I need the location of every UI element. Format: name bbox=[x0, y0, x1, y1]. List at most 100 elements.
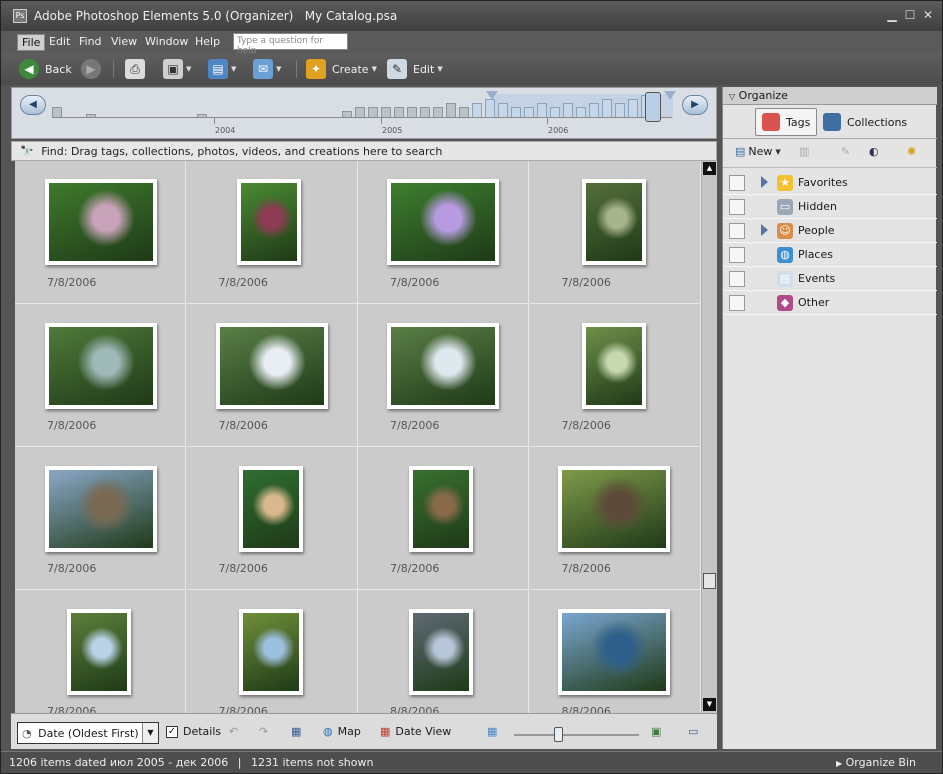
timeline-histogram-bar[interactable] bbox=[537, 103, 547, 117]
photo-cell[interactable]: 7/8/2006 bbox=[15, 161, 186, 304]
timeline-histogram-bar[interactable] bbox=[381, 107, 391, 117]
tab-collections[interactable]: Collections bbox=[817, 108, 913, 136]
timeline-histogram-bar[interactable] bbox=[524, 107, 534, 117]
timeline-start-marker[interactable] bbox=[486, 91, 498, 100]
expand-triangle-icon[interactable] bbox=[761, 224, 768, 236]
tag-category-checkbox[interactable] bbox=[729, 199, 745, 215]
timeline-histogram-bar[interactable] bbox=[433, 107, 443, 117]
tag-category-hidden[interactable]: ▭ Hidden bbox=[723, 195, 937, 219]
tag-category-checkbox[interactable] bbox=[729, 271, 745, 287]
tag-category-checkbox[interactable] bbox=[729, 247, 745, 263]
tag-category-people[interactable]: ☺ People bbox=[723, 219, 937, 243]
share-button[interactable]: ✉ ▼ bbox=[253, 58, 281, 80]
timeline-histogram-bar[interactable] bbox=[86, 114, 96, 117]
back-button[interactable]: ◀ Back bbox=[19, 58, 72, 80]
forward-button[interactable]: ▶ bbox=[81, 58, 101, 80]
photo-cell[interactable]: 7/8/2006 bbox=[358, 304, 529, 447]
photo-download-button[interactable]: ▣ ▼ bbox=[163, 58, 191, 80]
timeline-histogram-bar[interactable] bbox=[589, 103, 599, 117]
timeline-histogram-bar[interactable] bbox=[197, 114, 207, 117]
timeline-histogram-bar[interactable] bbox=[472, 103, 482, 117]
new-tag-button[interactable]: ▤ New ▼ bbox=[735, 145, 781, 158]
photo-cell[interactable]: 7/8/2006 bbox=[15, 590, 186, 713]
timeline-histogram-bar[interactable] bbox=[459, 107, 469, 117]
timeline[interactable]: ◀ ▶ 2004 2005 2006 bbox=[11, 87, 717, 139]
help-search-input[interactable]: Type a question for help bbox=[233, 33, 348, 56]
photo-thumbnail-river-boat[interactable] bbox=[558, 609, 670, 695]
order-prints-button[interactable]: ▤ ▼ bbox=[208, 58, 236, 80]
photo-thumbnail-woman-portrait[interactable] bbox=[239, 466, 303, 552]
photo-cell[interactable]: 7/8/2006 bbox=[529, 447, 701, 590]
photo-thumbnail-purple-flower[interactable] bbox=[387, 179, 499, 265]
photo-cell[interactable]: 8/8/2006 bbox=[358, 590, 529, 713]
photo-thumbnail-forest-stream[interactable] bbox=[582, 179, 646, 265]
tag-category-checkbox[interactable] bbox=[729, 175, 745, 191]
photo-thumbnail-couple-big-tree[interactable] bbox=[558, 466, 670, 552]
scroll-down-arrow-icon[interactable]: ▼ bbox=[703, 698, 716, 711]
timeline-histogram-bar[interactable] bbox=[615, 103, 625, 117]
rotate-left-button[interactable]: ↶ bbox=[229, 725, 238, 738]
organize-panel-header[interactable]: ▽ Organize bbox=[723, 87, 937, 105]
delete-tag-button[interactable]: ▥ bbox=[799, 145, 809, 158]
photo-cell[interactable]: 7/8/2006 bbox=[187, 590, 358, 713]
large-thumbnails-button[interactable]: ▣ bbox=[651, 725, 661, 738]
photo-cell[interactable]: 7/8/2006 bbox=[15, 447, 186, 590]
timeline-scroll-left-button[interactable]: ◀ bbox=[20, 95, 46, 115]
timeline-histogram-bar[interactable] bbox=[394, 107, 404, 117]
timeline-track[interactable] bbox=[52, 94, 672, 118]
menu-file[interactable]: File bbox=[17, 34, 46, 51]
photo-thumbnail-gazebo-people[interactable] bbox=[216, 323, 328, 409]
photo-cell[interactable]: 7/8/2006 bbox=[529, 161, 701, 304]
photo-thumbnail-plant-buds[interactable] bbox=[237, 179, 301, 265]
tab-tags[interactable]: Tags bbox=[755, 108, 818, 136]
organize-bin-toggle[interactable]: ▶ Organize Bin bbox=[836, 756, 916, 769]
minimize-button[interactable]: ▁ bbox=[885, 8, 899, 22]
find-faces-button[interactable]: ◐ bbox=[869, 145, 879, 158]
timeline-histogram-bar[interactable] bbox=[355, 107, 365, 117]
timeline-histogram-bar[interactable] bbox=[485, 99, 495, 117]
maximize-button[interactable]: ☐ bbox=[903, 8, 917, 22]
scroll-up-arrow-icon[interactable]: ▲ bbox=[703, 162, 716, 175]
small-thumbnails-button[interactable]: ▦ bbox=[487, 725, 497, 738]
thumbnail-size-slider-knob[interactable] bbox=[554, 727, 563, 742]
photo-thumbnail-ruins-palace[interactable] bbox=[45, 466, 157, 552]
scrollbar-thumb[interactable] bbox=[703, 573, 716, 589]
tag-category-favorites[interactable]: ★ Favorites bbox=[723, 171, 937, 195]
photo-thumbnail-trees-path[interactable] bbox=[582, 323, 646, 409]
timeline-histogram-bar[interactable] bbox=[498, 103, 508, 117]
tag-category-checkbox[interactable] bbox=[729, 295, 745, 311]
date-view-button[interactable]: ▦ Date View bbox=[380, 725, 451, 738]
full-screen-button[interactable]: ▭ bbox=[688, 725, 698, 738]
create-button[interactable]: ✦ Create ▼ bbox=[306, 58, 377, 80]
photo-thumbnail-tree-park[interactable] bbox=[239, 609, 303, 695]
photo-thumbnail-pond-garden[interactable] bbox=[45, 323, 157, 409]
timeline-histogram-bar[interactable] bbox=[420, 107, 430, 117]
photo-cell[interactable]: 7/8/2006 bbox=[358, 447, 529, 590]
stack-button[interactable]: ▦ bbox=[291, 725, 301, 738]
expand-triangle-icon[interactable] bbox=[761, 176, 768, 188]
menu-edit[interactable]: Edit bbox=[45, 34, 74, 49]
rotate-right-button[interactable]: ↷ bbox=[259, 725, 268, 738]
photo-cell[interactable]: 7/8/2006 bbox=[358, 161, 529, 304]
menu-help[interactable]: Help bbox=[191, 34, 224, 49]
timeline-histogram-bar[interactable] bbox=[628, 99, 638, 117]
close-button[interactable]: ✕ bbox=[921, 8, 935, 22]
map-button[interactable]: ◍ Map bbox=[323, 725, 361, 738]
photo-cell[interactable]: 7/8/2006 bbox=[186, 447, 358, 590]
photo-thumbnail-raspberry-flower[interactable] bbox=[45, 179, 157, 265]
timeline-current-marker[interactable] bbox=[645, 92, 661, 122]
menu-view[interactable]: View bbox=[107, 34, 141, 49]
photo-thumbnail-stone-stairs[interactable] bbox=[409, 466, 473, 552]
thumbnail-size-slider[interactable] bbox=[514, 727, 639, 742]
details-checkbox[interactable]: ✓ bbox=[166, 725, 178, 738]
tag-category-other[interactable]: ◆ Other bbox=[723, 291, 937, 315]
photo-cell[interactable]: 7/8/2006 bbox=[186, 304, 358, 447]
photo-thumbnail-gazebo[interactable] bbox=[387, 323, 499, 409]
photo-cell[interactable]: 8/8/2006 bbox=[530, 590, 701, 713]
edit-button[interactable]: ✎ Edit ▼ bbox=[387, 58, 443, 80]
timeline-histogram-bar[interactable] bbox=[446, 103, 456, 117]
timeline-scroll-right-button[interactable]: ▶ bbox=[682, 95, 708, 115]
photo-cell[interactable]: 7/8/2006 bbox=[186, 161, 358, 304]
photo-thumbnail-oak-tree[interactable] bbox=[67, 609, 131, 695]
timeline-histogram-bar[interactable] bbox=[368, 107, 378, 117]
